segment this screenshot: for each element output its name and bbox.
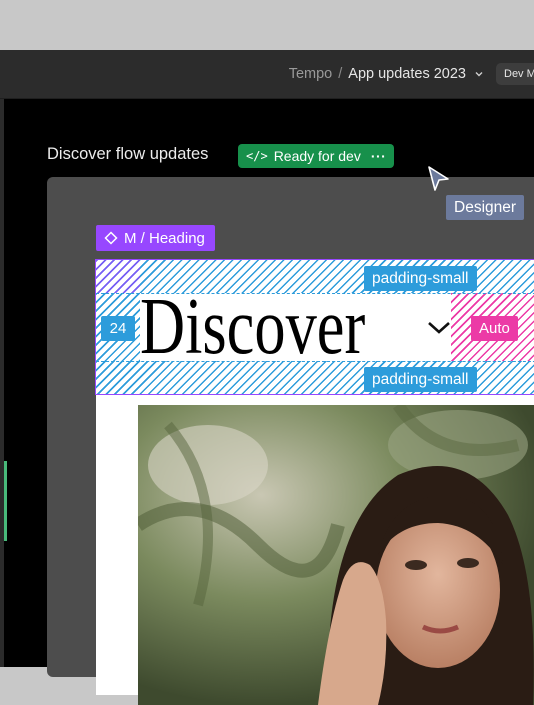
more-icon[interactable]: ···: [371, 148, 387, 164]
padding-guide-bottom: [96, 361, 534, 362]
chevron-down-icon[interactable]: [474, 69, 484, 79]
padding-left-value: 24: [101, 316, 135, 341]
padding-top-label: padding-small: [364, 266, 477, 291]
toolbar: Tempo / App updates 2023 Dev M: [0, 50, 534, 99]
breadcrumb-project[interactable]: Tempo: [289, 66, 333, 82]
auto-spacing-label: Auto: [471, 316, 518, 341]
cursor-icon: [428, 166, 449, 191]
component-label[interactable]: M / Heading: [96, 225, 215, 251]
breadcrumb-separator: /: [338, 66, 343, 82]
breadcrumb: Tempo / App updates 2023: [289, 66, 484, 82]
selection-accent: [4, 461, 7, 541]
collaborator-tag: Designer: [446, 195, 525, 220]
ready-for-dev-badge[interactable]: </> Ready for dev ···: [238, 144, 395, 168]
chevron-down-icon[interactable]: [426, 320, 452, 336]
heading-text[interactable]: Discover: [140, 284, 365, 370]
code-icon: </>: [246, 149, 268, 163]
frame-title[interactable]: Discover flow updates: [47, 145, 208, 164]
corner-overlay: [96, 260, 140, 293]
hero-photo: [138, 405, 534, 705]
status-label: Ready for dev: [273, 148, 361, 164]
os-top-bar: [0, 0, 534, 50]
dev-mode-button[interactable]: Dev M: [496, 63, 534, 85]
component-icon: [104, 231, 118, 245]
component-name: M / Heading: [124, 229, 205, 247]
breadcrumb-file[interactable]: App updates 2023: [348, 66, 466, 82]
padding-bottom-label: padding-small: [364, 367, 477, 392]
padding-guide-top: [96, 293, 534, 294]
